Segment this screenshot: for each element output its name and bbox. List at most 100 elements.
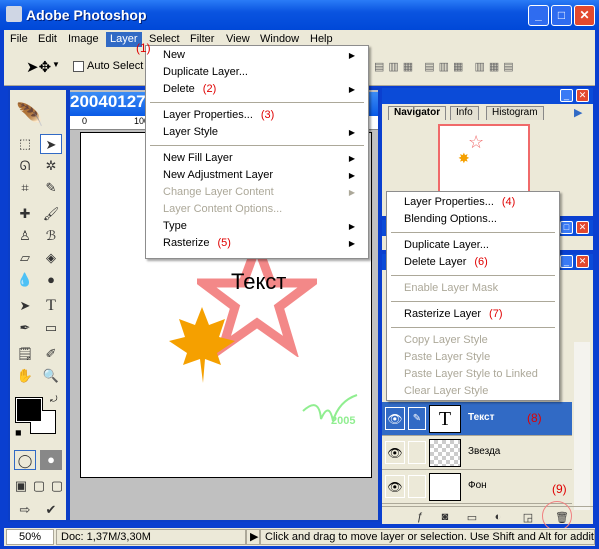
ctx-item-layer-properties[interactable]: Layer Properties... (4) <box>404 194 515 211</box>
canvas-text: Текст <box>231 269 287 294</box>
submenu-arrow-icon: ▶ <box>348 51 355 60</box>
screen-mode-full-icon[interactable]: ▢ <box>49 476 65 496</box>
folder-icon[interactable]: ▭ <box>464 511 480 525</box>
tab-info[interactable]: Info <box>450 106 479 120</box>
menu-item-type[interactable]: Type ▶ <box>163 218 363 235</box>
menu-item-layer-style[interactable]: Layer Style ▶ <box>163 124 363 141</box>
maximize-button[interactable]: □ <box>551 5 572 26</box>
new-layer-icon[interactable]: ◲ <box>520 511 536 525</box>
layer-name: Текст <box>468 412 495 423</box>
shape-tool-icon[interactable]: ▭ <box>40 318 62 338</box>
tool-preset-dropdown-icon[interactable]: ▼ <box>52 60 60 69</box>
brush-icon[interactable]: ✎ <box>408 407 426 430</box>
menu-item-rasterize[interactable]: Rasterize (5) ▶ <box>163 235 363 252</box>
panel-minimize-icon[interactable]: _ <box>560 89 573 102</box>
tab-navigator[interactable]: Navigator <box>388 106 447 120</box>
screen-mode-standard-icon[interactable]: ▣ <box>13 476 29 496</box>
eraser-tool-icon[interactable]: ▱ <box>14 248 36 268</box>
clone-stamp-icon[interactable]: ♙ <box>14 226 36 246</box>
menu-item-new-fill-layer[interactable]: New Fill Layer ▶ <box>163 150 363 167</box>
window-title: Adobe Photoshop <box>26 7 147 23</box>
blur-tool-icon[interactable]: 💧 <box>14 270 36 290</box>
jump-to-imageready-icon[interactable]: ⇨ <box>14 500 36 520</box>
edit-in-imageready-icon[interactable]: ✔ <box>40 500 62 520</box>
menu-image[interactable]: Image <box>64 32 103 47</box>
menu-item-new[interactable]: New ▶ <box>163 47 363 64</box>
layer-row-star[interactable]: 👁 Звезда <box>382 436 572 470</box>
move-tool-icon[interactable]: ➤✥ <box>26 58 51 76</box>
swap-colors-icon[interactable]: ⤾ <box>50 394 58 405</box>
navigator-panel-header[interactable]: _ ✕ <box>382 88 593 104</box>
ctx-item-delete-layer[interactable]: Delete Layer (6) <box>404 254 488 271</box>
crop-tool-icon[interactable]: ⌗ <box>14 178 36 198</box>
slice-tool-icon[interactable]: ✎ <box>40 178 62 198</box>
ctx-item-clear-layer-style: Clear Layer Style <box>404 385 489 397</box>
paint-bucket-icon[interactable]: ◈ <box>40 248 62 268</box>
standard-mode-icon[interactable]: ◯ <box>14 450 36 470</box>
ctx-item-duplicate-layer[interactable]: Duplicate Layer... <box>404 237 489 254</box>
title-bar: Adobe Photoshop _ □ ✕ <box>0 0 599 30</box>
eyedropper-icon[interactable]: ✐ <box>40 344 62 364</box>
preview-star-icon: ☆ <box>468 132 485 152</box>
eye-icon[interactable]: 👁 <box>385 407 405 430</box>
healing-brush-icon[interactable]: ✚ <box>14 204 36 224</box>
watermark-year: 2005 <box>331 415 356 427</box>
zoom-tool-icon[interactable]: 🔍 <box>40 366 62 386</box>
panel-close-icon[interactable]: ✕ <box>576 255 589 268</box>
adjustment-icon[interactable]: ◐ <box>490 511 506 525</box>
move-tool-icon[interactable]: ➤ <box>40 134 62 154</box>
ctx-item-rasterize-layer[interactable]: Rasterize Layer (7) <box>404 306 503 323</box>
lasso-tool-icon[interactable]: ᘏ <box>14 156 36 176</box>
menu-file[interactable]: File <box>6 32 32 47</box>
zoom-level-field[interactable]: 50% <box>6 529 54 545</box>
magic-wand-icon[interactable]: ✲ <box>40 156 62 176</box>
ctx-item-blending-options[interactable]: Blending Options... <box>404 211 497 228</box>
hand-tool-icon[interactable]: ✋ <box>14 366 36 386</box>
ctx-item-enable-layer-mask: Enable Layer Mask <box>404 282 499 294</box>
history-brush-icon[interactable]: ℬ <box>40 226 62 246</box>
tab-histogram[interactable]: Histogram <box>486 106 544 120</box>
notes-tool-icon[interactable]: 🗒 <box>14 344 36 364</box>
marquee-tool-icon[interactable]: ⬚ <box>14 134 36 154</box>
submenu-arrow-icon: ▶ <box>348 188 355 197</box>
menu-item-layer-properties[interactable]: Layer Properties... (3) <box>163 107 274 124</box>
menu-edit[interactable]: Edit <box>34 32 61 47</box>
menu-item-duplicate-layer[interactable]: Duplicate Layer... <box>163 64 248 81</box>
eye-icon[interactable]: 👁 <box>385 475 405 498</box>
minimize-button[interactable]: _ <box>528 5 549 26</box>
layers-scrollbar[interactable] <box>574 342 590 510</box>
type-tool-icon[interactable]: T <box>40 296 62 316</box>
default-colors-icon[interactable]: ◼ <box>15 428 22 437</box>
layer-menu: New ▶ Duplicate Layer... Delete (2) ▶ Layer… <box>145 45 369 259</box>
menu-item-layer-content-options: Layer Content Options... <box>163 203 283 215</box>
dodge-tool-icon[interactable]: ● <box>40 270 62 290</box>
link-box[interactable] <box>408 475 426 498</box>
panel-close-icon[interactable]: ✕ <box>576 221 589 234</box>
pen-tool-icon[interactable]: ✒ <box>14 318 36 338</box>
quick-mask-icon[interactable]: ● <box>40 450 62 470</box>
screen-mode-full-menu-icon[interactable]: ▢ <box>31 476 47 496</box>
menu-item-delete[interactable]: Delete (2) ▶ <box>163 81 363 98</box>
brush-tool-icon[interactable]: 🖌 <box>40 204 62 224</box>
panel-close-icon[interactable]: ✕ <box>576 89 589 102</box>
submenu-arrow-icon: ▶ <box>348 85 355 94</box>
menu-item-new-adjustment-layer[interactable]: New Adjustment Layer ▶ <box>163 167 363 184</box>
panel-maximize-icon[interactable]: □ <box>560 221 573 234</box>
layer-row-text[interactable]: 👁 ✎ T Текст (8) <box>382 402 572 436</box>
close-button[interactable]: ✕ <box>574 5 595 26</box>
link-box[interactable] <box>408 441 426 464</box>
layer-name: Фон <box>468 480 487 491</box>
path-select-icon[interactable]: ➤ <box>14 296 36 316</box>
layer-row-background[interactable]: 👁 Фон <box>382 470 572 504</box>
eye-icon[interactable]: 👁 <box>385 441 405 464</box>
foreground-color-swatch-top[interactable] <box>16 398 42 422</box>
layer-style-icon[interactable]: ƒ <box>412 511 428 525</box>
align-buttons-icon[interactable]: ▤▥▦ ▤▥▦ ▥▦▤ <box>374 60 518 73</box>
toolbox: 🪶 ⬚ ➤ ᘏ ✲ ⌗ ✎ ✚ 🖌 ♙ ℬ ▱ ◈ 💧 ● ➤ T ✒ ▭ 🗒 … <box>8 88 68 522</box>
auto-select-checkbox[interactable] <box>73 61 84 72</box>
mask-icon[interactable]: ◙ <box>437 511 453 525</box>
panel-menu-icon[interactable]: ▶ <box>574 106 582 119</box>
status-bar: 50% Doc: 1,37M/3,30M ▶ Click and drag to… <box>4 528 595 546</box>
panel-minimize-icon[interactable]: _ <box>560 255 573 268</box>
status-menu-arrow-icon[interactable]: ▶ <box>246 529 260 545</box>
